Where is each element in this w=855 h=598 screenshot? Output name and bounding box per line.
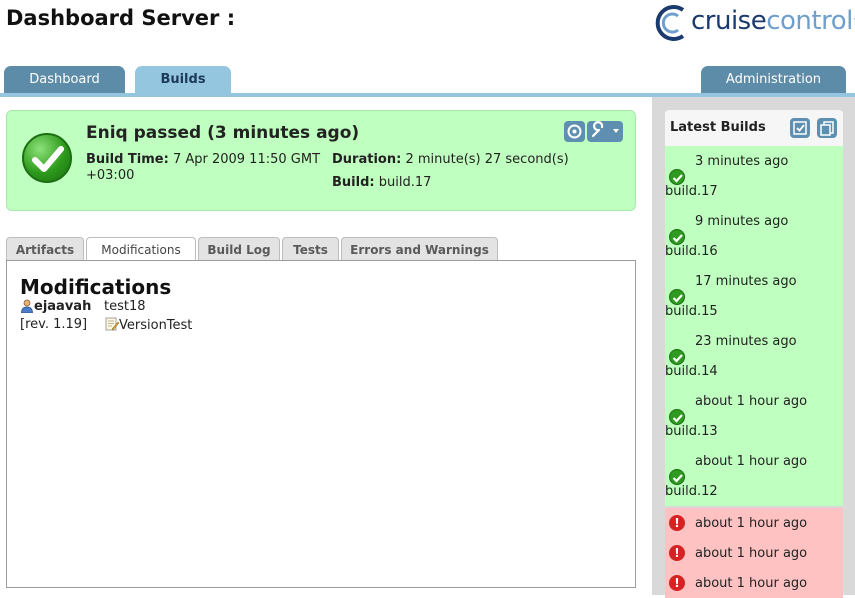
build-time-ago: about 1 hour ago <box>695 516 808 531</box>
passed-icon <box>669 289 685 305</box>
list-item[interactable]: ! about 1 hour ago <box>665 568 843 598</box>
file-edit-icon <box>105 317 119 331</box>
failed-icon: ! <box>669 515 685 531</box>
failed-icon: ! <box>669 545 685 561</box>
build-time-ago: 17 minutes ago <box>695 274 797 289</box>
logo-word-cruise: cruise <box>691 6 767 36</box>
list-item[interactable]: ! about 1 hour ago <box>665 508 843 538</box>
page-title: Dashboard Server : <box>6 6 236 30</box>
build-status-panel: Eniq passed (3 minutes ago) Build Time: … <box>6 110 636 211</box>
logo-word-control: control <box>766 6 853 36</box>
logo-c-icon <box>655 5 685 41</box>
modifications-panel: Modifications ejaavah test18 [rev. 1.19]… <box>6 260 636 588</box>
passed-icon <box>669 469 685 485</box>
user-icon <box>21 299 33 313</box>
build-name[interactable]: build.16 <box>665 244 718 259</box>
build-time-ago: about 1 hour ago <box>695 454 808 469</box>
tab-builds[interactable]: Builds <box>135 66 231 94</box>
build-time-ago: 9 minutes ago <box>695 214 789 229</box>
list-item[interactable]: ! about 1 hour ago <box>665 538 843 568</box>
tab-errors-and-warnings[interactable]: Errors and Warnings <box>341 237 498 261</box>
modification-comment: test18 <box>104 299 146 314</box>
duration-label: Duration: <box>332 152 402 167</box>
passed-check-icon <box>22 133 72 183</box>
build-name[interactable]: build.17 <box>665 184 718 199</box>
duration-value: 2 minute(s) 27 second(s) <box>405 152 569 167</box>
build-time-ago: about 1 hour ago <box>695 576 808 591</box>
duration: Duration: 2 minute(s) 27 second(s) <box>332 152 569 167</box>
build-time-ago: about 1 hour ago <box>695 546 808 561</box>
tab-administration[interactable]: Administration <box>701 66 846 94</box>
tab-tests[interactable]: Tests <box>282 237 339 261</box>
copy-icon[interactable] <box>817 118 837 138</box>
build-value: build.17 <box>378 175 432 190</box>
passed-icon <box>669 409 685 425</box>
list-item[interactable]: 3 minutes ago build.17 <box>665 146 843 206</box>
build-time-ago: 3 minutes ago <box>695 154 789 169</box>
build-name[interactable]: build.15 <box>665 304 718 319</box>
list-item[interactable]: about 1 hour ago build.13 <box>665 386 843 446</box>
passed-icon <box>669 169 685 185</box>
latest-builds-list: 3 minutes ago build.17 9 minutes ago bui… <box>665 146 843 598</box>
status-actions <box>564 121 624 142</box>
force-build-icon[interactable] <box>564 121 585 142</box>
build-name[interactable]: build.12 <box>665 484 718 499</box>
config-icon[interactable] <box>587 121 623 142</box>
list-item[interactable]: 17 minutes ago build.15 <box>665 266 843 326</box>
tab-modifications[interactable]: Modifications <box>86 237 196 262</box>
modification-revision: [rev. 1.19] <box>20 317 88 332</box>
build-time-label: Build Time: <box>86 152 169 167</box>
modification-file: VersionTest <box>119 318 193 333</box>
build-status-title: Eniq passed (3 minutes ago) <box>86 123 360 143</box>
modifications-heading: Modifications <box>20 275 172 299</box>
checklist-icon[interactable] <box>790 118 810 138</box>
tab-artifacts[interactable]: Artifacts <box>6 237 84 261</box>
latest-builds-title: Latest Builds <box>670 120 766 135</box>
build-label-row: Build: build.17 <box>332 175 431 190</box>
build-label: Build: <box>332 175 375 190</box>
cruisecontrol-logo: cruisecontrol. <box>655 2 855 42</box>
tab-dashboard[interactable]: Dashboard <box>4 66 125 94</box>
list-item[interactable]: 9 minutes ago build.16 <box>665 206 843 266</box>
passed-icon <box>669 349 685 365</box>
list-item[interactable]: about 1 hour ago build.12 <box>665 446 843 506</box>
build-time-ago: about 1 hour ago <box>695 394 808 409</box>
passed-icon <box>669 229 685 245</box>
list-item[interactable]: 23 minutes ago build.14 <box>665 326 843 386</box>
build-name[interactable]: build.13 <box>665 424 718 439</box>
build-time: Build Time: 7 Apr 2009 11:50 GMT +03:00 <box>86 152 326 184</box>
build-time-ago: 23 minutes ago <box>695 334 797 349</box>
tab-build-log[interactable]: Build Log <box>198 237 280 261</box>
build-name[interactable]: build.14 <box>665 364 718 379</box>
latest-builds-header: Latest Builds <box>665 110 843 146</box>
modification-user: ejaavah <box>34 299 92 314</box>
failed-icon: ! <box>669 575 685 591</box>
